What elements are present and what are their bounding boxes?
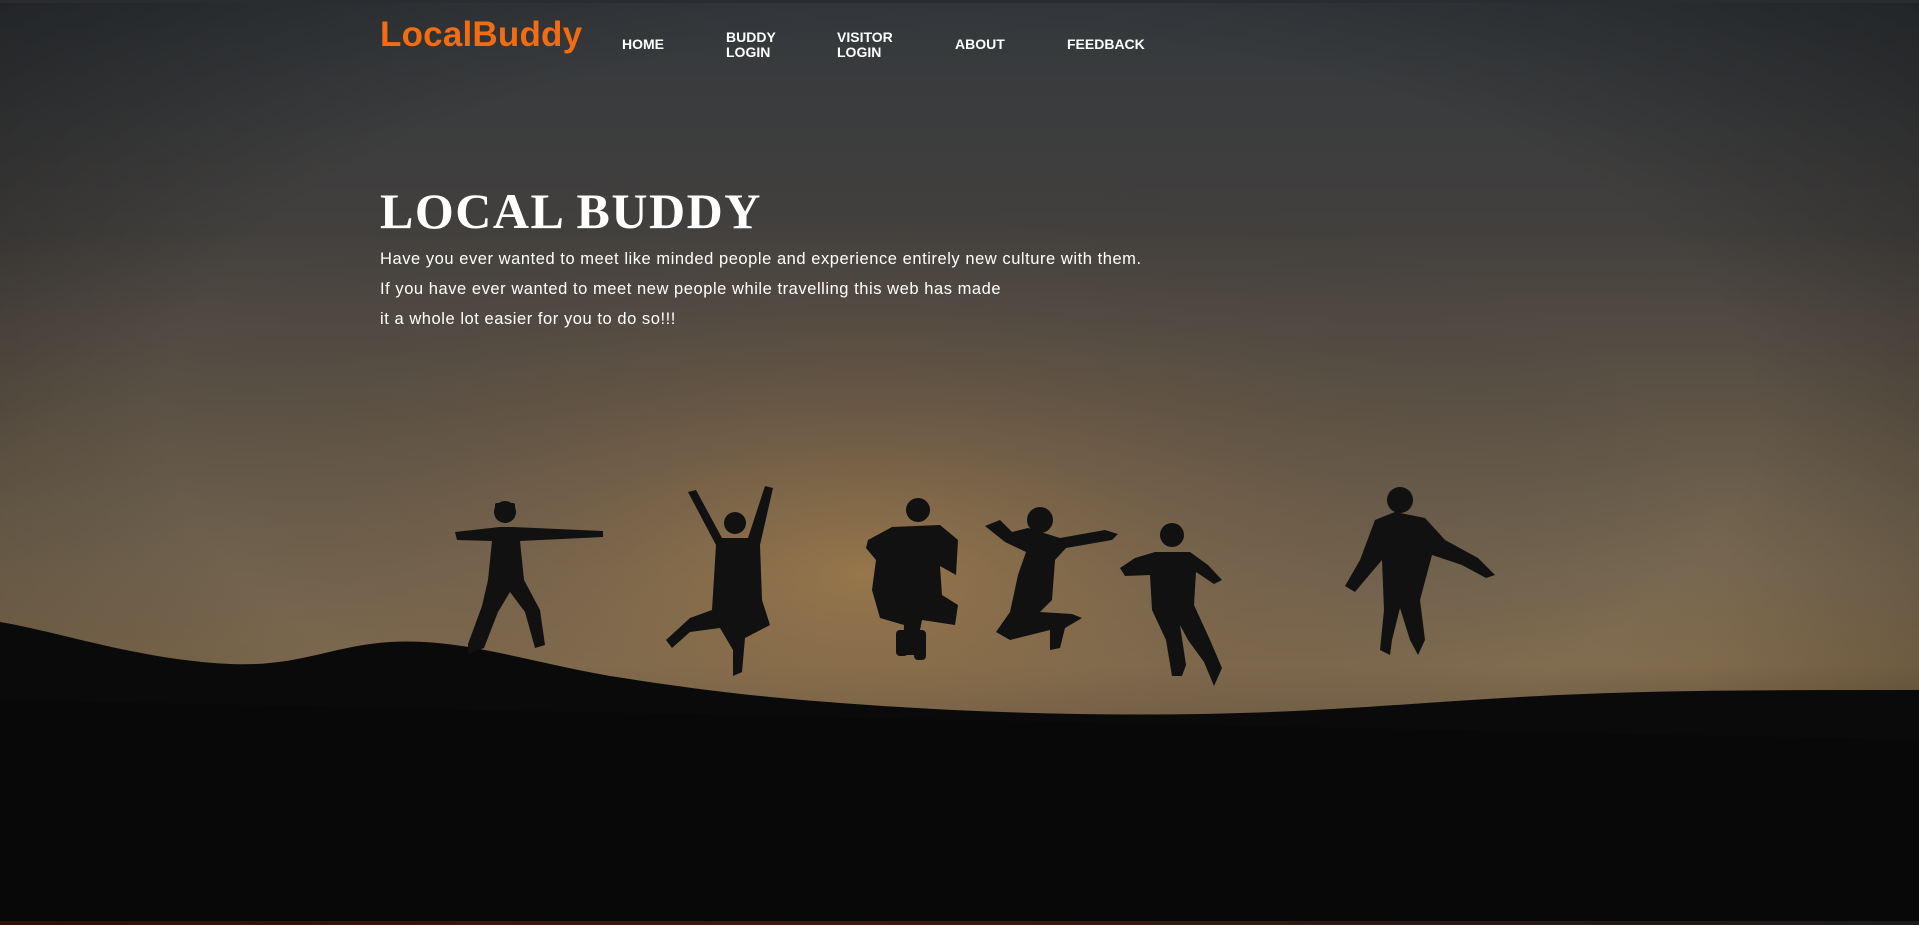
bottom-border — [0, 921, 1919, 925]
hero-description-line-2: If you have ever wanted to meet new peop… — [380, 280, 1002, 298]
hero-background-image — [0, 0, 1919, 925]
nav-home-link[interactable]: HOME — [622, 37, 664, 52]
nav-buddy-login-label-line2: LOGIN — [726, 44, 771, 60]
nav-visitor-login-label-line1: VISITOR — [837, 29, 893, 45]
nav-about-link[interactable]: ABOUT — [955, 37, 1005, 52]
hero-section: LOCAL BUDDY Have you ever wanted to meet… — [380, 178, 1280, 334]
nav-visitor-login-link[interactable]: VISITOR LOGIN — [837, 30, 901, 60]
navbar: LocalBuddy HOME BUDDY LOGIN VISITOR LOGI… — [380, 14, 1280, 64]
nav-feedback-link[interactable]: FEEDBACK — [1067, 37, 1145, 52]
site-logo[interactable]: LocalBuddy — [380, 14, 582, 56]
hero-description-line-1: Have you ever wanted to meet like minded… — [380, 250, 1142, 268]
top-border — [0, 0, 1919, 3]
hero-description-line-3: it a whole lot easier for you to do so!!… — [380, 310, 676, 328]
hero-title: LOCAL BUDDY — [380, 183, 762, 239]
nav-buddy-login-link[interactable]: BUDDY LOGIN — [726, 30, 786, 60]
nav-visitor-login-label-line2: LOGIN — [837, 44, 882, 60]
landing-page: LocalBuddy HOME BUDDY LOGIN VISITOR LOGI… — [0, 0, 1919, 925]
nav-buddy-login-label-line1: BUDDY — [726, 29, 776, 45]
